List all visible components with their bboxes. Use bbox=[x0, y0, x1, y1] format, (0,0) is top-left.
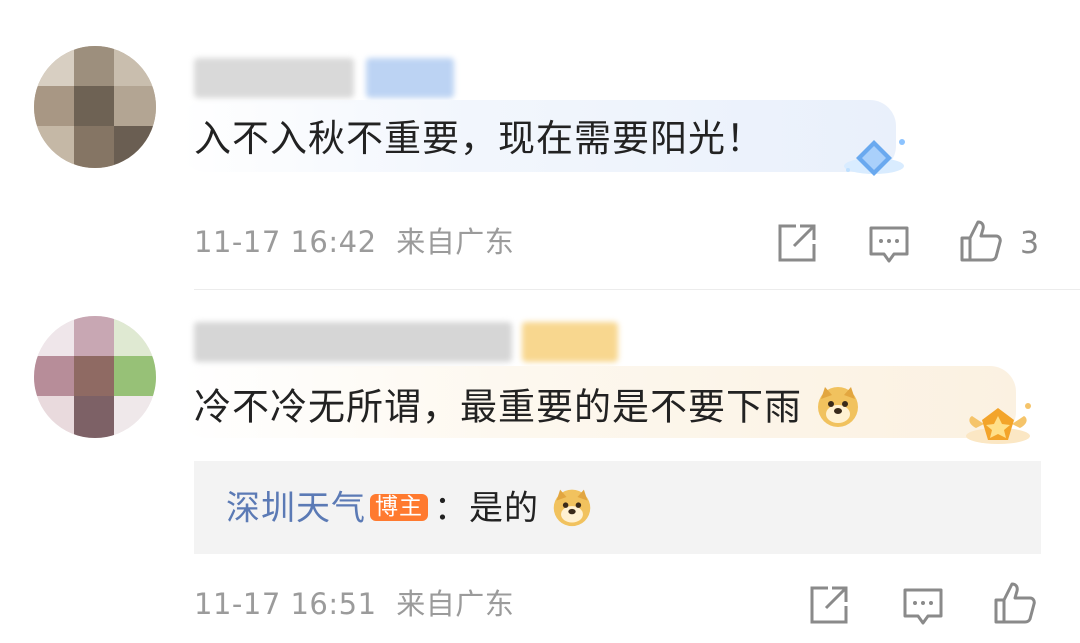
location: 来自广东 bbox=[396, 587, 515, 621]
username-blurred[interactable] bbox=[194, 322, 512, 362]
author-tag-badge: 博主 bbox=[370, 493, 428, 521]
comment-divider bbox=[194, 289, 1080, 290]
share-icon[interactable] bbox=[806, 582, 852, 628]
like-icon[interactable] bbox=[992, 580, 1038, 626]
doge-emoji-icon bbox=[817, 387, 858, 427]
location: 来自广东 bbox=[396, 225, 515, 259]
reply-box[interactable]: 深圳天气 博主 ：是的 bbox=[194, 461, 1041, 554]
gold-star-badge-icon bbox=[966, 403, 1031, 444]
avatar[interactable] bbox=[34, 316, 156, 438]
blue-diamond-badge-icon bbox=[844, 139, 905, 176]
timestamp: 11-17 16:51 bbox=[194, 587, 377, 621]
comment-text-content: 冷不冷无所谓，最重要的是不要下雨 bbox=[194, 385, 802, 429]
user-badge-blurred bbox=[522, 322, 618, 362]
like-count: 3 bbox=[1020, 226, 1040, 261]
user-badge-blurred bbox=[366, 58, 454, 98]
comment-icon[interactable] bbox=[866, 222, 912, 268]
share-icon[interactable] bbox=[774, 220, 820, 266]
comment-icon[interactable] bbox=[900, 584, 946, 630]
comment-text: 入不入秋不重要，现在需要阳光！ bbox=[194, 117, 764, 160]
reply-line: 深圳天气 博主 ：是的 bbox=[226, 489, 593, 531]
timestamp: 11-17 16:42 bbox=[194, 225, 377, 259]
like-icon[interactable] bbox=[958, 218, 1004, 264]
username-blurred[interactable] bbox=[194, 58, 354, 98]
reply-text: ：是的 bbox=[434, 488, 539, 529]
reply-author[interactable]: 深圳天气 bbox=[226, 489, 366, 529]
doge-emoji-icon bbox=[553, 489, 591, 527]
comment-meta: 11-17 16:51 来自广东 bbox=[194, 590, 514, 619]
comment-meta: 11-17 16:42 来自广东 bbox=[194, 228, 514, 257]
avatar[interactable] bbox=[34, 46, 156, 168]
comment-text: 冷不冷无所谓，最重要的是不要下雨 bbox=[194, 386, 861, 432]
